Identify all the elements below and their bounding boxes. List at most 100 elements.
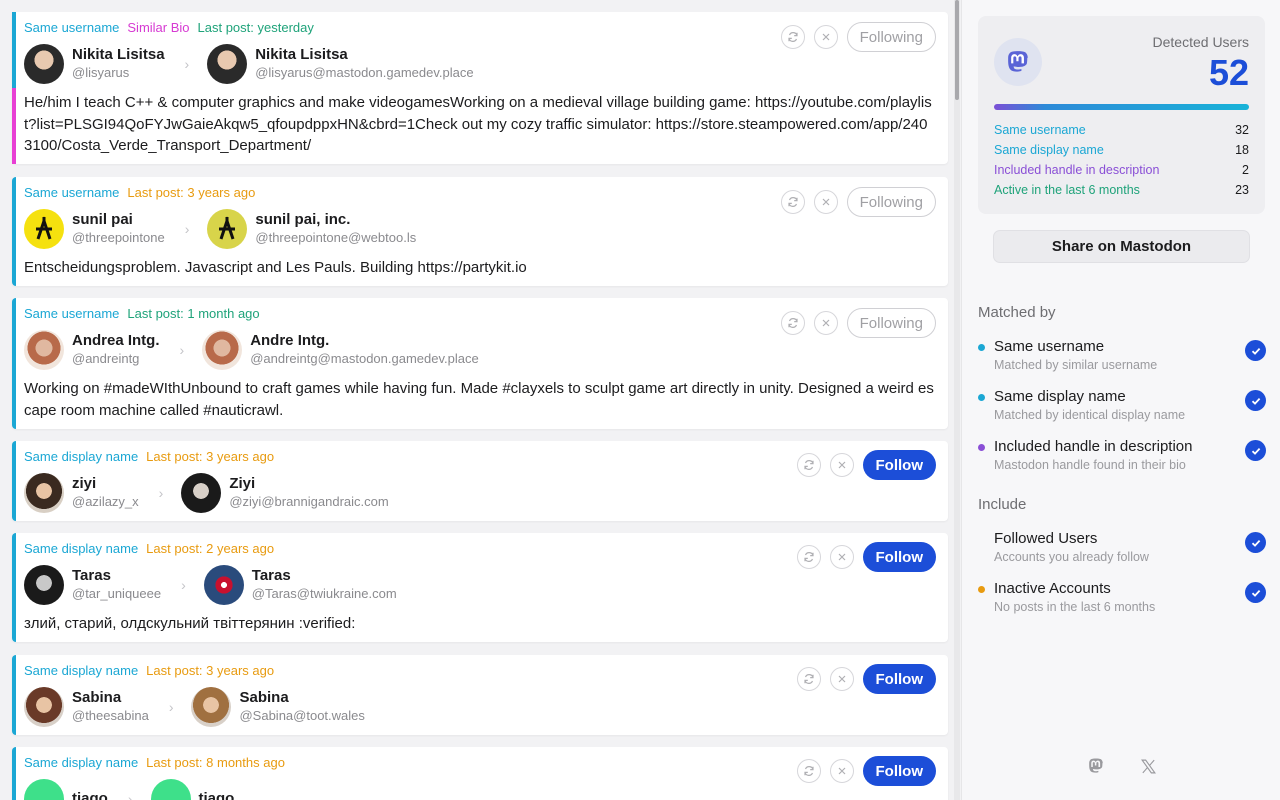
- following-button[interactable]: Following: [846, 308, 936, 338]
- chevron-right-icon: ›: [181, 577, 186, 593]
- refresh-button[interactable]: [796, 453, 821, 477]
- refresh-button[interactable]: [796, 545, 821, 569]
- user-name: sunil pai, inc.: [255, 211, 351, 228]
- tag-similar-bio: Similar Bio: [127, 20, 190, 35]
- refresh-button[interactable]: [796, 759, 821, 783]
- refresh-button[interactable]: [780, 25, 805, 49]
- avatar: [207, 209, 248, 249]
- user-pair: Andrea Intg. @andreintg › Andre Intg. @and…: [24, 330, 479, 370]
- refresh-button[interactable]: [780, 311, 805, 335]
- chevron-right-icon: ›: [184, 221, 190, 237]
- close-icon: [838, 461, 845, 469]
- follow-button[interactable]: Follow: [862, 450, 936, 480]
- checkbox-checked[interactable]: [1245, 532, 1266, 553]
- user-handle: @lisyarus: [72, 65, 130, 80]
- match-feed: Same username Similar Bio Last post: yes…: [0, 0, 960, 800]
- chevron-right-icon: ›: [184, 56, 190, 72]
- option-subtitle: Matched by similar username: [994, 358, 1158, 372]
- card-actions: Follow: [796, 450, 936, 480]
- tag-same-username: Same username: [24, 20, 120, 35]
- following-button[interactable]: Following: [846, 22, 936, 52]
- dismiss-button[interactable]: [829, 759, 854, 783]
- x-icon[interactable]: [1138, 756, 1158, 776]
- share-on-mastodon-button[interactable]: Share on Mastodon: [993, 230, 1250, 263]
- refresh-icon: [788, 197, 798, 207]
- avatar: [150, 779, 191, 800]
- stat-value: 18: [1235, 143, 1249, 157]
- mastodon-user[interactable]: Nikita Lisitsa @lisyarus@mastodon.gamedev…: [207, 44, 474, 84]
- match-card: Same username Last post: 1 month ago Fol…: [12, 298, 948, 429]
- dismiss-button[interactable]: [829, 667, 854, 691]
- refresh-icon: [803, 674, 814, 684]
- twitter-user[interactable]: Sabina @theesabina: [24, 687, 149, 727]
- refresh-button[interactable]: [796, 667, 821, 691]
- option-title: Same display name: [994, 388, 1126, 405]
- mastodon-user[interactable]: sunil pai, inc. @threepointone@webtoo.ls: [207, 209, 416, 249]
- match-tags: Same display name Last post: 3 years ago: [24, 663, 274, 678]
- twitter-user[interactable]: sunil pai @threepointone: [24, 209, 165, 249]
- follow-button[interactable]: Follow: [862, 756, 936, 786]
- user-name: Taras: [72, 567, 111, 584]
- option-title: Same username: [994, 338, 1105, 355]
- status-dot: [978, 586, 985, 593]
- avatar: [203, 565, 244, 605]
- refresh-icon: [803, 766, 814, 776]
- following-button[interactable]: Following: [846, 187, 936, 217]
- mastodon-user[interactable]: Sabina @Sabina@toot.wales: [191, 687, 365, 727]
- checkbox-checked[interactable]: [1245, 390, 1266, 411]
- twitter-user[interactable]: Taras @tar_uniqueee: [24, 565, 161, 605]
- status-dot: [978, 344, 985, 351]
- dismiss-button[interactable]: [829, 453, 854, 477]
- mastodon-user[interactable]: tiago: [150, 779, 234, 800]
- twitter-user[interactable]: ziyi @azilazy_x: [24, 473, 139, 513]
- checkbox-checked[interactable]: [1245, 582, 1266, 603]
- user-handle: @Taras@twiukraine.com: [251, 586, 397, 601]
- refresh-button[interactable]: [780, 190, 805, 214]
- user-name: ziyi: [72, 475, 97, 492]
- dismiss-button[interactable]: [813, 311, 838, 335]
- chevron-right-icon: ›: [168, 699, 174, 715]
- user-pair: tiago › tiago: [24, 779, 234, 800]
- close-icon: [822, 198, 830, 206]
- avatar: [202, 330, 243, 370]
- user-pair: Nikita Lisitsa @lisyarus › Nikita Lisitsa…: [24, 44, 474, 84]
- status-dot: [978, 444, 985, 451]
- mastodon-user[interactable]: Ziyi @ziyi@brannigandraic.com: [181, 473, 389, 513]
- refresh-icon: [803, 552, 814, 562]
- match-card: Same display name Last post: 2 years ago…: [12, 533, 948, 642]
- checkbox-checked[interactable]: [1245, 340, 1266, 361]
- twitter-user[interactable]: tiago: [24, 779, 108, 800]
- checkbox-checked[interactable]: [1245, 440, 1266, 461]
- chevron-right-icon: ›: [179, 342, 185, 358]
- mastodon-logo-icon: [994, 38, 1042, 86]
- refresh-icon: [788, 32, 798, 42]
- user-handle: @threepointone: [72, 230, 165, 245]
- stat-row: Same username 32: [994, 123, 1249, 137]
- follow-button[interactable]: Follow: [862, 542, 936, 572]
- detection-progress-bar: [994, 104, 1249, 110]
- twitter-user[interactable]: Andrea Intg. @andreintg: [24, 330, 160, 370]
- match-tags: Same display name Last post: 3 years ago: [24, 449, 274, 464]
- avatar: [191, 687, 232, 727]
- user-handle: @andreintg: [72, 351, 140, 366]
- match-card: Same username Last post: 3 years ago Fol…: [12, 177, 948, 286]
- option-title: Inactive Accounts: [994, 580, 1111, 597]
- option-subtitle: Accounts you already follow: [994, 550, 1149, 564]
- follow-button[interactable]: Follow: [862, 664, 936, 694]
- mastodon-icon[interactable]: [1086, 756, 1106, 776]
- mastodon-user[interactable]: Taras @Taras@twiukraine.com: [203, 565, 397, 605]
- mastodon-user[interactable]: Andre Intg. @andreintg@mastodon.gamedev.p…: [202, 330, 479, 370]
- tag-same-display-name: Same display name: [24, 541, 139, 556]
- dismiss-button[interactable]: [829, 545, 854, 569]
- scrollbar-thumb[interactable]: [955, 0, 959, 100]
- avatar: [24, 565, 64, 605]
- user-description: He/him I teach C++ & computer graphics a…: [24, 94, 932, 154]
- dismiss-button[interactable]: [813, 190, 838, 214]
- dismiss-button[interactable]: [813, 25, 838, 49]
- match-tags: Same display name Last post: 2 years ago: [24, 541, 274, 556]
- scrollbar-track[interactable]: [954, 0, 960, 800]
- twitter-user[interactable]: Nikita Lisitsa @lisyarus: [24, 44, 165, 84]
- tag-same-display-name: Same display name: [24, 663, 139, 678]
- stat-value: 23: [1235, 183, 1249, 197]
- option-subtitle: No posts in the last 6 months: [994, 600, 1156, 614]
